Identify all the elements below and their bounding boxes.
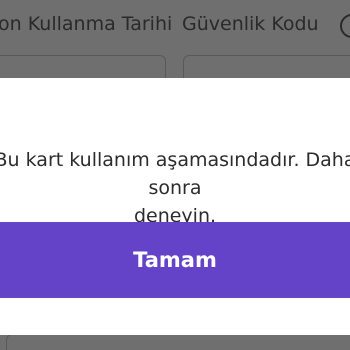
- alert-dialog: Bu kart kullanım aşamasındadır. Daha son…: [0, 78, 350, 335]
- expiry-date-label: Son Kullanma Tarihi: [0, 13, 173, 35]
- security-code-label: Güvenlik Kodu: [182, 13, 319, 35]
- dialog-message: Bu kart kullanım aşamasındadır. Daha son…: [0, 146, 350, 230]
- ok-button[interactable]: Tamam: [0, 222, 350, 298]
- dialog-message-line-1: Bu kart kullanım aşamasındadır. Daha son…: [0, 149, 350, 199]
- info-circle-icon: [340, 14, 350, 38]
- payment-screen: Son Kullanma Tarihi Güvenlik Kodu Bu kar…: [0, 0, 350, 350]
- card-field-bottom: [6, 334, 350, 350]
- ok-button-label: Tamam: [133, 248, 217, 272]
